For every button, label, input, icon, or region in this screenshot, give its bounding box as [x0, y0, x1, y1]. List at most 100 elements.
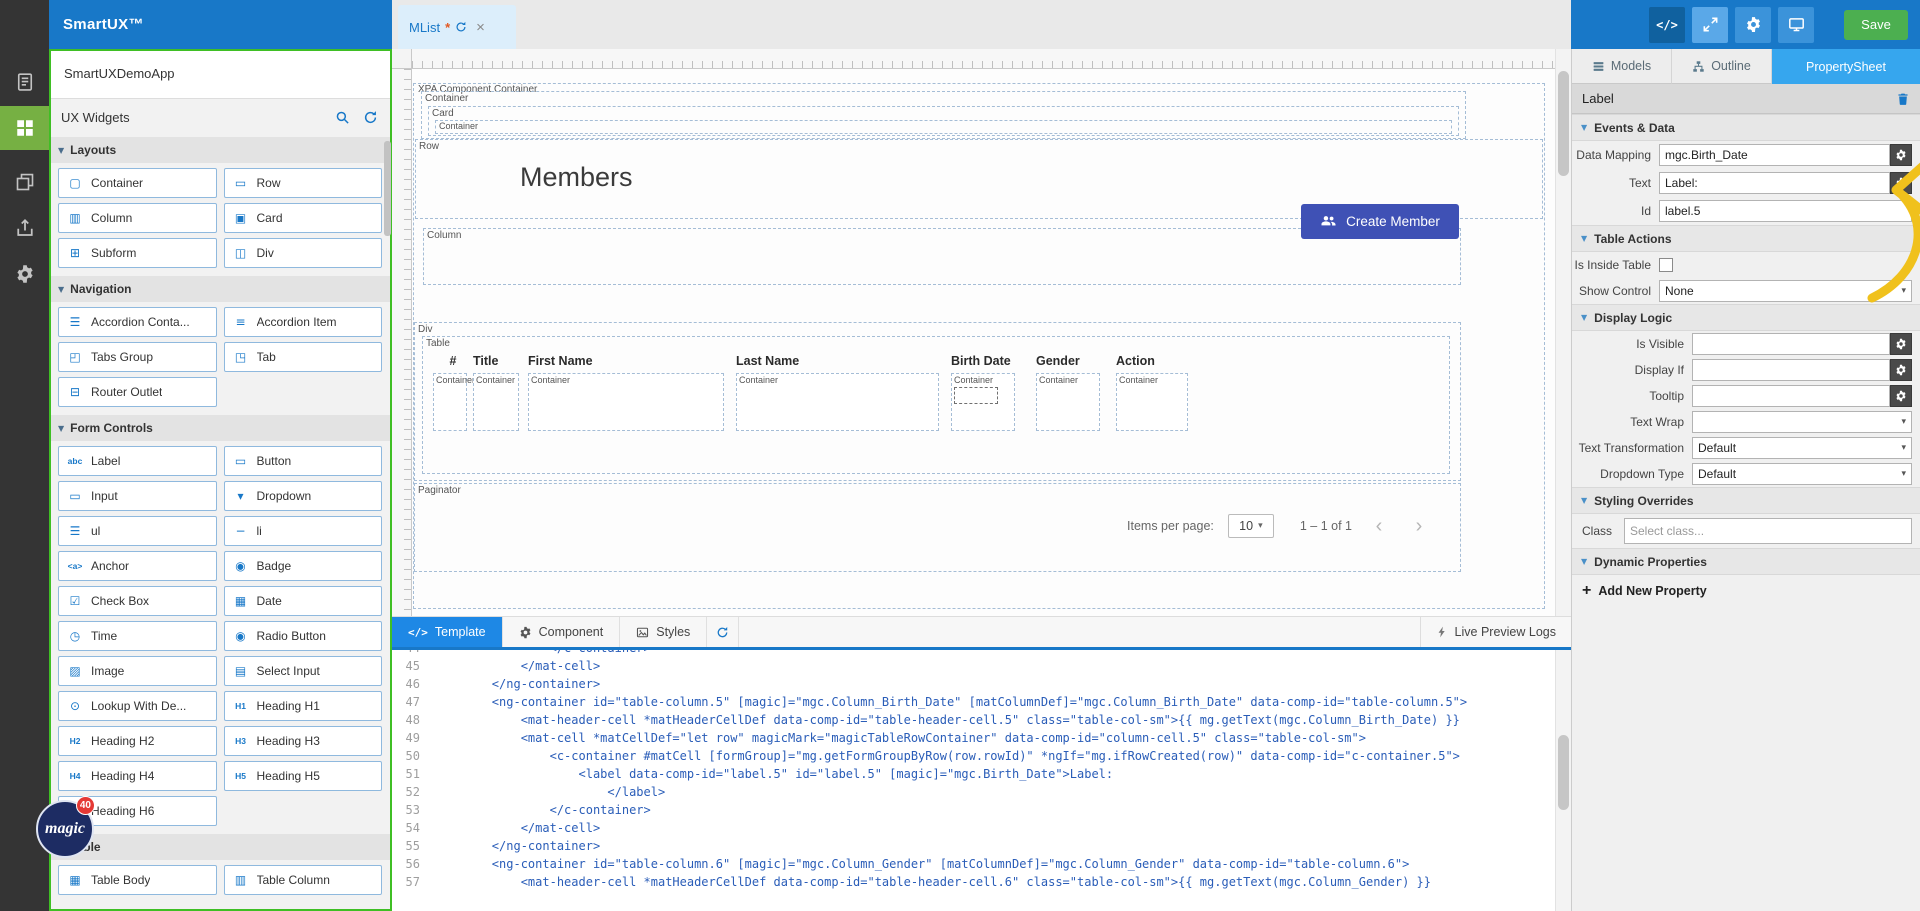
cell-container[interactable]: Container: [1036, 373, 1100, 431]
is-inside-table-checkbox[interactable]: [1659, 258, 1673, 272]
canvas-scrollbar[interactable]: [1555, 49, 1571, 616]
dropdown-type-select[interactable]: Default ▾: [1692, 463, 1912, 485]
widget-refresh-button[interactable]: [363, 110, 378, 125]
previous-page-button[interactable]: ‹: [1366, 516, 1392, 536]
scrollbar-thumb[interactable]: [384, 141, 391, 236]
section-table-actions[interactable]: ▼ Table Actions: [1572, 225, 1920, 252]
widget-item-heading-h1[interactable]: H1 Heading H1: [223, 691, 382, 721]
is-visible-settings-button[interactable]: [1890, 333, 1912, 355]
text-transformation-select[interactable]: Default ▾: [1692, 437, 1912, 459]
widget-item-card[interactable]: ▣ Card: [223, 203, 382, 233]
code-editor[interactable]: 44 </c-container>45 </mat-cell>46 </ng-c…: [392, 650, 1571, 911]
widget-item-button[interactable]: ▭ Button: [223, 446, 382, 476]
fullscreen-button[interactable]: [1692, 6, 1728, 43]
tab-close-button[interactable]: ×: [476, 20, 485, 35]
scrollbar-thumb[interactable]: [1558, 71, 1569, 176]
document-tab-mlist[interactable]: MList * ×: [398, 5, 516, 49]
widget-item-table-body[interactable]: ▦ Table Body: [58, 865, 217, 895]
widget-item-check-box[interactable]: ☑ Check Box: [58, 586, 217, 616]
widget-item-label[interactable]: abc Label: [58, 446, 217, 476]
widget-item-select-input[interactable]: ▤ Select Input: [223, 656, 382, 686]
delete-element-button[interactable]: [1896, 92, 1910, 106]
widget-search-button[interactable]: [335, 110, 350, 125]
paginator-widget[interactable]: Paginator Items per page: 10 ▾ 1 – 1 of …: [414, 483, 1461, 572]
magic-logo[interactable]: magic 40: [36, 796, 95, 858]
create-member-button[interactable]: Create Member: [1301, 204, 1459, 239]
members-heading[interactable]: Members: [520, 162, 633, 193]
scrollbar-thumb[interactable]: [1558, 735, 1569, 810]
cell-container[interactable]: Container: [473, 373, 519, 431]
section-header-table[interactable]: ▼Table: [49, 834, 392, 860]
widget-item-dropdown[interactable]: ▾ Dropdown: [223, 481, 382, 511]
widget-item-image[interactable]: ▨ Image: [58, 656, 217, 686]
widget-item-heading-h4[interactable]: H4 Heading H4: [58, 761, 217, 791]
widget-item-heading-h2[interactable]: H2 Heading H2: [58, 726, 217, 756]
cell-container[interactable]: Container: [528, 373, 724, 431]
xpa-component-container[interactable]: XPA Component Container Container Card C…: [413, 83, 1545, 609]
section-events-data[interactable]: ▼ Events & Data: [1572, 114, 1920, 141]
widget-item-div[interactable]: ◫ Div: [223, 238, 382, 268]
widget-item-subform[interactable]: ⊞ Subform: [58, 238, 217, 268]
widget-item-heading-h5[interactable]: H5 Heading H5: [223, 761, 382, 791]
documents-nav-button[interactable]: [0, 60, 49, 104]
tab-propertysheet[interactable]: PropertySheet: [1772, 49, 1920, 84]
layers-nav-button[interactable]: [0, 160, 49, 204]
widgets-nav-button[interactable]: [0, 106, 49, 150]
widget-item-time[interactable]: ◷ Time: [58, 621, 217, 651]
preview-device-button[interactable]: [1778, 6, 1814, 43]
selected-label-element[interactable]: [954, 387, 998, 404]
cell-container[interactable]: Container: [736, 373, 939, 431]
tab-styles[interactable]: Styles: [620, 617, 708, 647]
widget-item-column[interactable]: ▥ Column: [58, 203, 217, 233]
toggle-code-view-button[interactable]: </>: [1649, 6, 1685, 43]
widget-item-table-column[interactable]: ▥ Table Column: [223, 865, 382, 895]
widget-item-container[interactable]: ▢ Container: [58, 168, 217, 198]
app-settings-button[interactable]: [1735, 6, 1771, 43]
table-widget[interactable]: Table # Title First Name Last Name Birth Dat…: [422, 336, 1450, 474]
section-dynamic-properties[interactable]: ▼ Dynamic Properties: [1572, 548, 1920, 575]
widget-item-badge[interactable]: ◉ Badge: [223, 551, 382, 581]
section-header-navigation[interactable]: ▼ Navigation: [49, 276, 392, 302]
widgets-panel-scrollbar[interactable]: [384, 137, 391, 903]
section-styling-overrides[interactable]: ▼ Styling Overrides: [1572, 487, 1920, 514]
widget-item-accordion-item[interactable]: ≡ Accordion Item: [223, 307, 382, 337]
display-if-settings-button[interactable]: [1890, 359, 1912, 381]
card-widget[interactable]: Card Container: [428, 106, 1459, 136]
tooltip-input[interactable]: [1692, 385, 1890, 407]
live-preview-logs-button[interactable]: Live Preview Logs: [1419, 617, 1571, 647]
widget-item-router-outlet[interactable]: ⊟ Router Outlet: [58, 377, 217, 407]
tooltip-settings-button[interactable]: [1890, 385, 1912, 407]
share-nav-button[interactable]: [0, 206, 49, 250]
id-input[interactable]: [1659, 200, 1912, 222]
widget-item-ul[interactable]: ☰ ul: [58, 516, 217, 546]
text-settings-button[interactable]: [1890, 172, 1912, 194]
widget-item-heading-h3[interactable]: H3 Heading H3: [223, 726, 382, 756]
inner-container-widget[interactable]: Container: [435, 120, 1452, 134]
tab-outline[interactable]: Outline: [1672, 49, 1772, 84]
container-widget[interactable]: Container Card Container: [421, 91, 1466, 139]
save-button[interactable]: Save: [1844, 9, 1908, 40]
code-scrollbar[interactable]: [1555, 650, 1571, 911]
editor-refresh-button[interactable]: [707, 617, 740, 647]
widget-item-tabs-group[interactable]: ◰ Tabs Group: [58, 342, 217, 372]
widget-item-li[interactable]: − li: [223, 516, 382, 546]
cell-container[interactable]: Container: [951, 373, 1015, 431]
tab-component[interactable]: Component: [503, 617, 621, 647]
data-mapping-input[interactable]: [1659, 144, 1890, 166]
text-input[interactable]: [1659, 172, 1890, 194]
div-widget[interactable]: Div Table # Title First Name Last Name Birth…: [414, 322, 1461, 481]
tab-refresh-button[interactable]: [455, 21, 467, 33]
widget-item-radio-button[interactable]: ◉ Radio Button: [223, 621, 382, 651]
widget-item-input[interactable]: ▭ Input: [58, 481, 217, 511]
settings-nav-button[interactable]: [0, 252, 49, 296]
is-visible-input[interactable]: [1692, 333, 1890, 355]
page-size-select[interactable]: 10 ▾: [1227, 514, 1274, 538]
widget-item-accordion-conta[interactable]: ☰ Accordion Conta...: [58, 307, 217, 337]
add-new-property-button[interactable]: + Add New Property: [1572, 575, 1920, 607]
widget-item-date[interactable]: ▦ Date: [223, 586, 382, 616]
section-display-logic[interactable]: ▼ Display Logic: [1572, 304, 1920, 331]
display-if-input[interactable]: [1692, 359, 1890, 381]
widget-item-anchor[interactable]: <a> Anchor: [58, 551, 217, 581]
section-header-form-controls[interactable]: ▼ Form Controls: [49, 415, 392, 441]
data-mapping-settings-button[interactable]: [1890, 144, 1912, 166]
